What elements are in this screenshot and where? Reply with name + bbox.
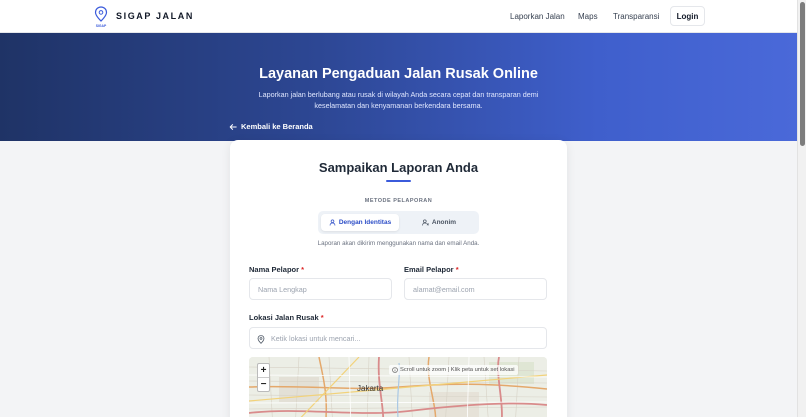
location-label-text: Lokasi Jalan Rusak <box>249 313 319 322</box>
location-input-placeholder: Ketik lokasi untuk mencari... <box>271 333 361 343</box>
svg-text:SIGAP: SIGAP <box>96 24 107 28</box>
location-map[interactable]: + − Scroll untuk zoom | Klik peta untuk … <box>249 357 547 417</box>
hero-subtitle: Laporkan jalan berlubang atau rusak di w… <box>258 90 539 110</box>
report-method-toggle: Dengan Identitas Anonim <box>318 211 479 234</box>
arrow-left-icon <box>229 123 237 130</box>
hero-title: Layanan Pengaduan Jalan Rusak Online <box>259 66 538 82</box>
name-input-placeholder: Nama Lengkap <box>258 284 307 294</box>
brand-name[interactable]: SIGAP JALAN <box>116 11 194 21</box>
name-label-text: Nama Pelapor <box>249 265 300 274</box>
method-option-identity[interactable]: Dengan Identitas <box>321 214 399 231</box>
page-scrollbar[interactable] <box>797 0 806 417</box>
location-pin-logo-icon[interactable]: SIGAP <box>94 6 108 28</box>
nav-link-transparansi[interactable]: Transparansi <box>613 12 659 21</box>
user-x-icon <box>422 219 429 226</box>
map-city-label: Jakarta <box>357 384 384 393</box>
required-marker: * <box>301 265 305 274</box>
email-input-placeholder: alamat@email.com <box>413 284 475 294</box>
hero-banner: Layanan Pengaduan Jalan Rusak Online Lap… <box>0 33 797 141</box>
zoom-in-button[interactable]: + <box>258 364 269 377</box>
name-field-label: Nama Pelapor * <box>249 265 304 274</box>
map-pin-icon <box>257 335 265 344</box>
map-hint-text: Scroll untuk zoom | Klik peta untuk set … <box>400 367 515 373</box>
email-label-text: Email Pelapor <box>404 265 454 274</box>
location-search-input[interactable]: Ketik lokasi untuk mencari... <box>249 327 547 349</box>
required-marker: * <box>320 313 324 322</box>
back-to-home-link[interactable]: Kembali ke Beranda <box>229 122 313 131</box>
login-button[interactable]: Login <box>670 6 705 26</box>
zoom-out-button[interactable]: − <box>258 378 269 391</box>
required-marker: * <box>455 265 459 274</box>
user-icon <box>329 219 336 226</box>
method-label: METODE PELAPORAN <box>364 198 433 204</box>
nav-link-maps[interactable]: Maps <box>578 12 598 21</box>
method-option-label: Anonim <box>431 219 457 226</box>
form-title: Sampaikan Laporan Anda <box>318 160 479 175</box>
location-field-label: Lokasi Jalan Rusak * <box>249 313 324 322</box>
nav-link-laporkan-jalan[interactable]: Laporkan Jalan <box>510 12 565 21</box>
method-description: Laporan akan dikirim menggunakan nama da… <box>317 240 480 247</box>
scrollbar-thumb[interactable] <box>800 2 805 146</box>
map-hint: Scroll untuk zoom | Klik peta untuk set … <box>389 365 518 375</box>
info-icon <box>392 367 398 373</box>
method-option-label: Dengan Identitas <box>338 219 392 226</box>
map-zoom-control: + − <box>257 363 270 392</box>
navbar: SIGAP SIGAP JALAN Laporkan Jalan Maps Tr… <box>0 0 797 33</box>
back-link-label: Kembali ke Beranda <box>241 122 313 131</box>
email-field-label: Email Pelapor * <box>404 265 459 274</box>
email-input[interactable]: alamat@email.com <box>404 278 547 300</box>
report-form-card: Sampaikan Laporan Anda METODE PELAPORAN … <box>230 140 567 417</box>
method-option-anonymous[interactable]: Anonim <box>402 214 476 231</box>
title-underline <box>386 180 411 182</box>
name-input[interactable]: Nama Lengkap <box>249 278 392 300</box>
